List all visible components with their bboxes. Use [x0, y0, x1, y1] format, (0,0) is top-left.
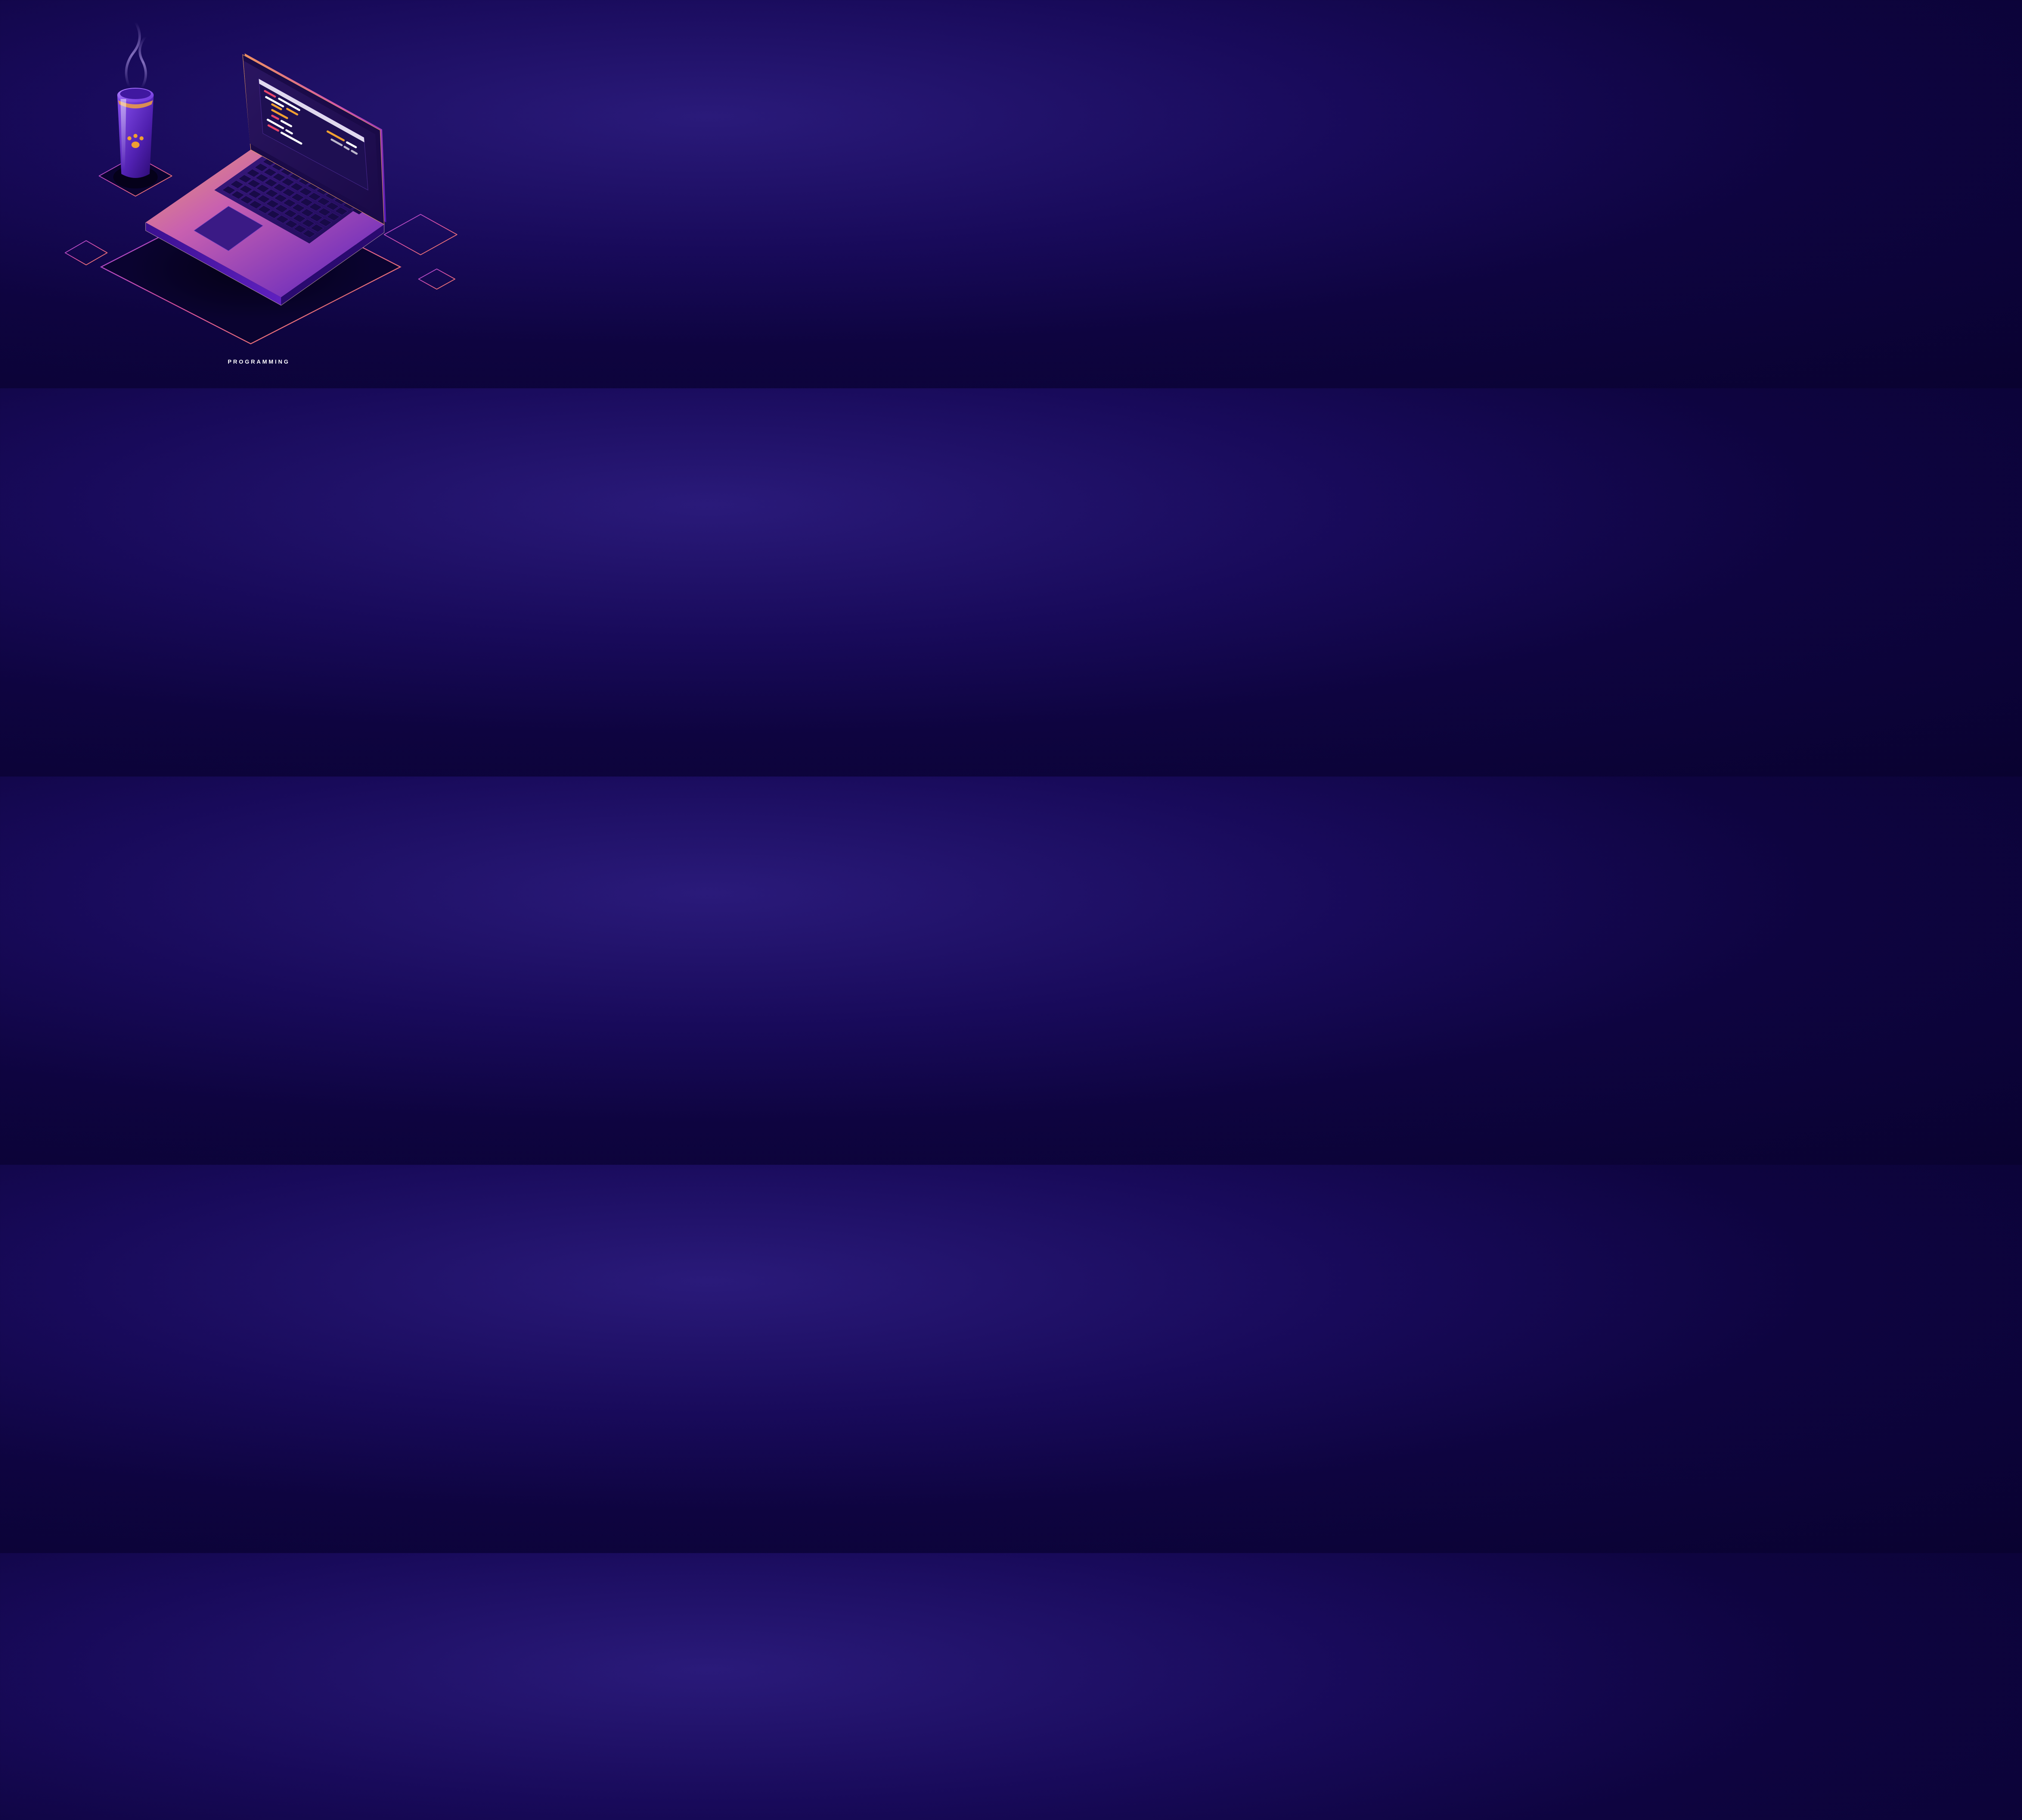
programming-illustration — [0, 0, 518, 388]
platform-tile-right-small — [419, 269, 455, 289]
caption-label: PROGRAMMING — [228, 358, 290, 365]
platform-tile-right-large — [384, 214, 457, 255]
steam-icon — [126, 22, 146, 88]
coffee-cup — [117, 22, 154, 178]
isometric-scene-svg — [0, 0, 518, 388]
platform-tile-left — [65, 241, 107, 265]
